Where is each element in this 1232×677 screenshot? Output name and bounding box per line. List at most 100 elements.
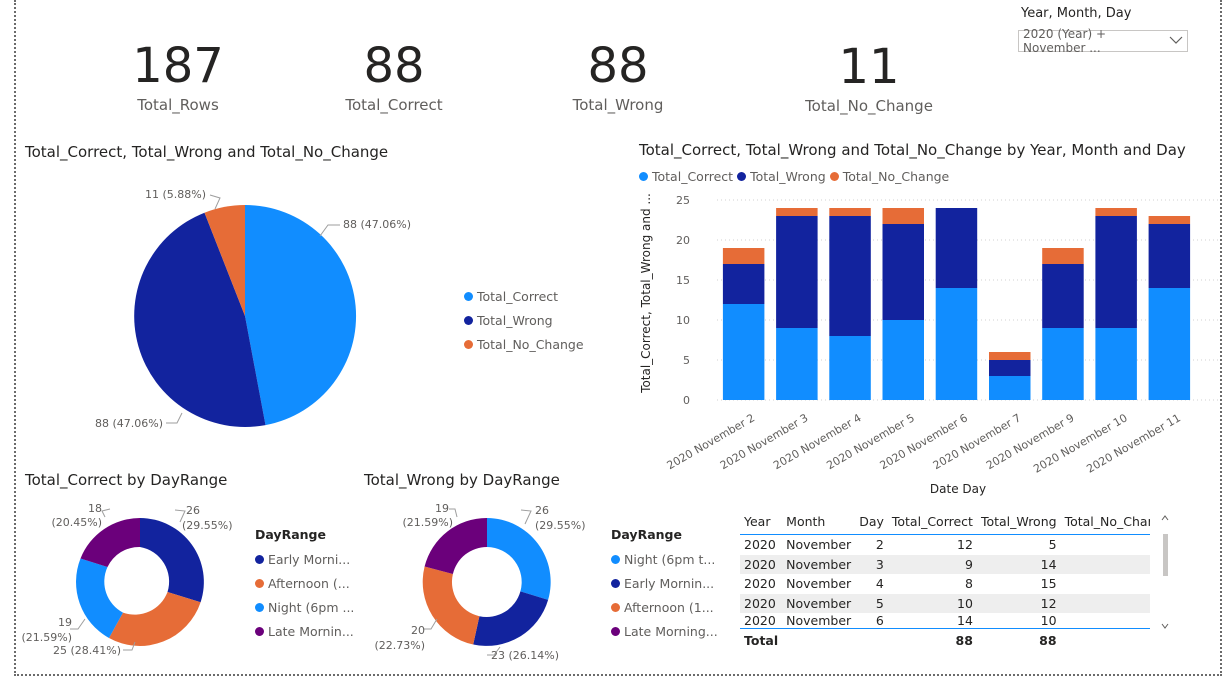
chevron-down-icon[interactable] <box>1169 34 1183 48</box>
legend-label: Early Morni... <box>268 551 351 567</box>
bar-segment-no-change[interactable] <box>1148 216 1191 224</box>
pie-slice-correct[interactable] <box>245 204 357 426</box>
bar-segment-correct[interactable] <box>776 328 818 400</box>
bar-segment-no-change[interactable] <box>1042 248 1084 264</box>
table-cell: 2 <box>1060 593 1150 614</box>
x-tick-label: 2020 November 9 <box>984 411 1076 472</box>
bar-segment-correct[interactable] <box>722 304 765 400</box>
bar-segment-correct[interactable] <box>1042 328 1084 400</box>
legend-item[interactable]: Total_Correct <box>464 284 584 308</box>
legend-item[interactable]: Early Morni... <box>255 547 354 571</box>
card-label: Total_Wrong <box>572 96 664 114</box>
legend-item[interactable]: Total_Wrong <box>737 169 826 184</box>
table-row[interactable]: 2020 November 4 8 15 1 <box>740 574 1150 594</box>
card-total-no-change[interactable]: 11 Total_No_Change <box>769 43 969 115</box>
column-header[interactable]: Total_No_Change <box>1060 508 1150 535</box>
column-header[interactable]: Total_Wrong <box>976 508 1061 535</box>
donut-label: 25 (28.41%) <box>53 644 121 657</box>
legend-item[interactable]: Night (6pm t... <box>611 547 718 571</box>
bar-segment-correct[interactable] <box>1095 328 1137 400</box>
bar-legend: Total_Correct Total_Wrong Total_No_Chang… <box>639 169 949 184</box>
donut-label: (29.55%) <box>535 519 586 532</box>
table-row[interactable]: 2020 November 5 10 12 2 <box>740 593 1150 614</box>
bar-segment-wrong[interactable] <box>935 208 978 288</box>
legend-dot <box>611 602 620 612</box>
legend-item[interactable]: Afternoon (... <box>255 571 354 595</box>
bar-segment-correct[interactable] <box>1148 288 1191 400</box>
bar-segment-no-change[interactable] <box>1095 208 1137 216</box>
card-value: 88 <box>363 38 425 94</box>
column-header[interactable]: Month <box>782 508 856 535</box>
table-total-cell: Total <box>740 628 783 650</box>
card-total-rows[interactable]: 187 Total_Rows <box>78 42 278 114</box>
bar-segment-correct[interactable] <box>989 376 1031 400</box>
bar-segment-correct[interactable] <box>935 288 978 400</box>
legend-item[interactable]: Total_Correct <box>639 169 733 184</box>
table-cell: 2 <box>1061 535 1150 555</box>
donut-correct-legend: DayRange Early Morni... Afternoon (... N… <box>255 527 354 643</box>
bar-segment-wrong[interactable] <box>776 216 818 328</box>
table-scrollbar[interactable] <box>1160 512 1170 636</box>
donut-slice-early-morning[interactable] <box>473 591 549 646</box>
bar-segment-correct[interactable] <box>882 320 925 400</box>
bar-segment-no-change[interactable] <box>989 352 1031 360</box>
scroll-down-icon[interactable] <box>1161 623 1169 629</box>
legend-label: Total_Correct <box>477 288 559 304</box>
table-cell: November <box>786 613 852 629</box>
bar-segment-wrong[interactable] <box>829 216 871 336</box>
table-row[interactable]: 2020 November 3 9 14 1 <box>740 554 1150 575</box>
pie-label-correct: 88 (47.06%) <box>343 218 411 231</box>
table-cell: 12 <box>976 593 1061 614</box>
bar-segment-wrong[interactable] <box>722 264 765 304</box>
table-cell: November <box>782 593 856 614</box>
table-cell: 2 <box>875 537 884 553</box>
pie-chart-title: Total_Correct, Total_Wrong and Total_No_… <box>25 143 389 161</box>
legend-dot <box>611 578 620 588</box>
card-total-correct[interactable]: 88 Total_Correct <box>294 42 494 114</box>
x-tick-label: 2020 November 3 <box>718 411 810 472</box>
legend-dot <box>255 578 264 588</box>
column-header[interactable]: Year <box>740 508 783 535</box>
column-header[interactable]: Total_Correct <box>887 508 977 535</box>
donut-slice-afternoon[interactable] <box>109 592 201 646</box>
bar-segment-no-change[interactable] <box>722 248 765 264</box>
table-row[interactable]: 2020 November 6 14 10 <box>740 613 1150 629</box>
bar-segment-wrong[interactable] <box>1095 216 1137 328</box>
bar-segment-wrong[interactable] <box>882 224 925 320</box>
legend-item[interactable]: Total_No_Change <box>829 169 949 184</box>
bar-segment-no-change[interactable] <box>882 208 925 224</box>
date-slicer-dropdown[interactable]: 2020 (Year) + November ... <box>1018 27 1188 55</box>
donut-wrong-title: Total_Wrong by DayRange <box>364 471 560 489</box>
x-tick-label: 2020 November 7 <box>931 411 1023 472</box>
card-total-wrong[interactable]: 88 Total_Wrong <box>518 42 718 114</box>
bar-segment-wrong[interactable] <box>1042 264 1084 328</box>
table-total-cell <box>855 628 888 650</box>
bar-segment-no-change[interactable] <box>776 208 818 216</box>
legend-item[interactable]: Afternoon (1... <box>611 595 718 619</box>
table-cell: 2020 <box>740 554 783 575</box>
legend-item[interactable]: Total_Wrong <box>464 308 584 332</box>
legend-item[interactable]: Late Mornin... <box>255 619 354 643</box>
table-cell: 10 <box>887 593 977 614</box>
table-row[interactable]: 2020 November 2 12 5 2 <box>740 535 1150 555</box>
donut-slice-afternoon[interactable] <box>422 566 480 645</box>
legend-dot <box>464 315 473 325</box>
legend-dot <box>255 554 264 564</box>
table-total-cell: 88 <box>976 628 1061 650</box>
scrollbar-thumb[interactable] <box>1163 534 1168 576</box>
bar-segment-no-change[interactable] <box>829 208 871 216</box>
bar-segment-wrong[interactable] <box>1148 224 1191 288</box>
legend-item[interactable]: Late Morning... <box>611 619 718 643</box>
bar-segment-correct[interactable] <box>829 336 871 400</box>
bar-segment-wrong[interactable] <box>989 360 1031 376</box>
table-cell: 14 <box>957 613 973 629</box>
data-table[interactable]: Year Month Day Total_Correct Total_Wrong… <box>740 508 1150 650</box>
legend-dot <box>829 172 839 181</box>
legend-item[interactable]: Early Mornin... <box>611 571 718 595</box>
legend-item[interactable]: Total_No_Change <box>464 332 584 356</box>
table-cell: 8 <box>965 576 973 592</box>
legend-item[interactable]: Night (6pm ... <box>255 595 354 619</box>
column-header[interactable]: Day <box>855 508 888 535</box>
scroll-up-icon[interactable] <box>1161 515 1169 521</box>
y-tick-label: 10 <box>676 314 690 327</box>
